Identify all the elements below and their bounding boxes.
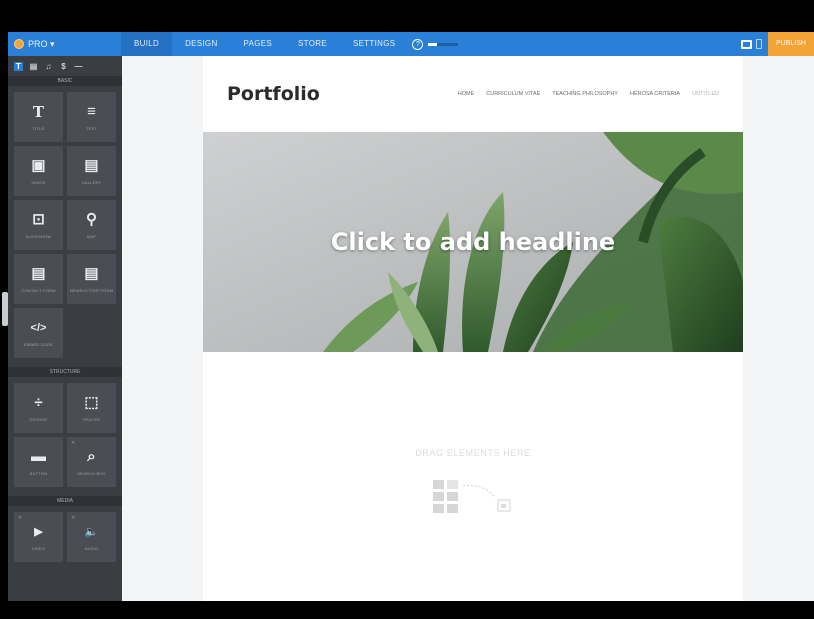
divider-tool-icon[interactable]: — — [74, 62, 83, 71]
widget-gallery[interactable]: ▤ GALLERY — [67, 146, 116, 196]
lock-icon: ✕ — [71, 440, 76, 446]
elements-sidebar: T ▤ ♫ $ — BASIC T TITLE ≡ TEXT ▣ IMAGE ▤… — [8, 56, 122, 601]
widget-label: NEWSLETTER FORM — [69, 287, 114, 293]
widget-label: DIVIDER — [29, 416, 48, 422]
drag-elements-graphic — [433, 480, 511, 513]
widget-label: SPACER — [82, 416, 101, 422]
site-nav-untitled[interactable]: UNTITLED — [692, 91, 719, 97]
empty-slot — [67, 308, 116, 358]
pro-label: PRO ▾ — [28, 38, 55, 49]
tab-design[interactable]: DESIGN — [172, 32, 230, 56]
embed-code-icon: </> — [30, 321, 47, 334]
device-switcher — [741, 39, 762, 49]
widget-audio[interactable]: ✕ 🔈 AUDIO — [67, 512, 116, 562]
widget-map[interactable]: ⚲ MAP — [67, 200, 116, 250]
widget-embed-code[interactable]: </> EMBED CODE — [14, 308, 63, 358]
help-area: ? — [412, 38, 459, 50]
widget-newsletter-form[interactable]: ▤ NEWSLETTER FORM — [67, 254, 116, 304]
audio-icon: 🔈 — [84, 525, 99, 538]
lock-icon: ✕ — [18, 515, 23, 521]
widget-text[interactable]: ≡ TEXT — [67, 92, 116, 142]
video-icon: ▶ — [34, 525, 43, 538]
image-icon: ▣ — [31, 156, 46, 174]
setup-progress-bar — [428, 42, 459, 46]
widget-slideshow[interactable]: ⊡ SLIDESHOW — [14, 200, 63, 250]
store-tool-icon[interactable]: $ — [59, 62, 68, 71]
contact-form-icon: ▤ — [31, 264, 46, 282]
tab-store[interactable]: STORE — [285, 32, 340, 56]
widget-label: AUDIO — [84, 545, 99, 551]
desktop-view-icon[interactable] — [741, 39, 752, 49]
help-icon[interactable]: ? — [412, 38, 424, 50]
hero-banner[interactable]: Click to add headline — [203, 132, 743, 352]
pro-menu[interactable]: PRO ▾ — [8, 39, 121, 50]
hero-headline[interactable]: Click to add headline — [203, 228, 743, 256]
map-icon: ⚲ — [86, 210, 97, 228]
main-nav: BUILD DESIGN PAGES STORE SETTINGS — [121, 32, 408, 56]
widget-label: VIDEO — [31, 545, 46, 551]
mobile-view-icon[interactable] — [756, 39, 762, 49]
section-basic-label: BASIC — [8, 76, 122, 86]
gallery-icon: ▤ — [84, 156, 99, 174]
title-icon: T — [32, 102, 45, 121]
widget-label: TEXT — [85, 125, 98, 131]
text-icon: ≡ — [87, 102, 96, 120]
site-nav-curriculum-vitae[interactable]: CURRICULUM VITAE — [486, 91, 540, 97]
widget-label: EMBED CODE — [24, 341, 53, 347]
section-media-label: MEDIA — [8, 496, 122, 506]
widget-search-box[interactable]: ✕ ⌕ SEARCH BOX — [67, 437, 116, 487]
drop-zone-label: DRAG ELEMENTS HERE — [415, 448, 531, 458]
publish-button[interactable]: PUBLISH — [768, 32, 814, 56]
progress-fill — [428, 42, 438, 46]
widget-button[interactable]: ▬ BUTTON — [14, 437, 63, 487]
search-box-icon: ⌕ — [87, 447, 96, 465]
site-title[interactable]: Portfolio — [227, 83, 320, 105]
newsletter-form-icon: ▤ — [84, 264, 99, 282]
site-nav-herosa-criteria[interactable]: HEROSA CRITERIA — [630, 91, 680, 97]
tab-pages[interactable]: PAGES — [231, 32, 285, 56]
basic-elements-grid: T TITLE ≡ TEXT ▣ IMAGE ▤ GALLERY ⊡ SLIDE… — [8, 86, 122, 364]
music-tool-icon[interactable]: ♫ — [44, 62, 53, 71]
media-elements-grid: ✕ ▶ VIDEO ✕ 🔈 AUDIO — [8, 506, 122, 568]
tab-build[interactable]: BUILD — [121, 32, 173, 56]
widget-image[interactable]: ▣ IMAGE — [14, 146, 63, 196]
layout-tool-icon[interactable]: ▤ — [29, 62, 38, 71]
site-nav-home[interactable]: HOME — [458, 91, 475, 97]
lock-icon: ✕ — [71, 515, 76, 521]
widget-label: MAP — [86, 233, 97, 239]
widget-label: CONTACT FORM — [21, 287, 56, 293]
site-page: Portfolio HOME CURRICULUM VITAE TEACHING… — [203, 56, 743, 601]
button-icon: ▬ — [31, 447, 46, 465]
widget-title[interactable]: T TITLE — [14, 92, 63, 142]
widget-spacer[interactable]: ⬚ SPACER — [67, 383, 116, 433]
site-nav-teaching-philosophy[interactable]: TEACHING PHILOSOPHY — [552, 91, 618, 97]
text-tool-icon[interactable]: T — [14, 62, 23, 71]
widget-label: IMAGE — [31, 179, 46, 185]
top-toolbar: PRO ▾ BUILD DESIGN PAGES STORE SETTINGS … — [8, 32, 814, 56]
tab-settings[interactable]: SETTINGS — [340, 32, 408, 56]
site-nav: HOME CURRICULUM VITAE TEACHING PHILOSOPH… — [458, 91, 719, 97]
divider-icon: ÷ — [34, 393, 43, 411]
app-frame: PRO ▾ BUILD DESIGN PAGES STORE SETTINGS … — [0, 0, 814, 619]
widget-label: GALLERY — [81, 179, 102, 185]
site-header: Portfolio HOME CURRICULUM VITAE TEACHING… — [203, 56, 743, 132]
widget-contact-form[interactable]: ▤ CONTACT FORM — [14, 254, 63, 304]
widget-label: BUTTON — [29, 470, 48, 476]
widget-label: SLIDESHOW — [25, 233, 52, 239]
section-structure-label: STRUCTURE — [8, 367, 122, 377]
spacer-icon: ⬚ — [84, 393, 99, 411]
slideshow-icon: ⊡ — [32, 210, 45, 228]
weebly-logo-icon — [14, 39, 24, 49]
widget-label: SEARCH BOX — [77, 470, 106, 476]
sidebar-tool-row: T ▤ ♫ $ — — [8, 56, 122, 73]
structure-elements-grid: ÷ DIVIDER ⬚ SPACER ▬ BUTTON ✕ ⌕ SEARCH B… — [8, 377, 122, 493]
widget-label: TITLE — [32, 125, 45, 131]
bottom-black-bar — [0, 601, 814, 619]
widget-divider[interactable]: ÷ DIVIDER — [14, 383, 63, 433]
widget-video[interactable]: ✕ ▶ VIDEO — [14, 512, 63, 562]
sidebar-resize-handle[interactable] — [2, 292, 8, 326]
